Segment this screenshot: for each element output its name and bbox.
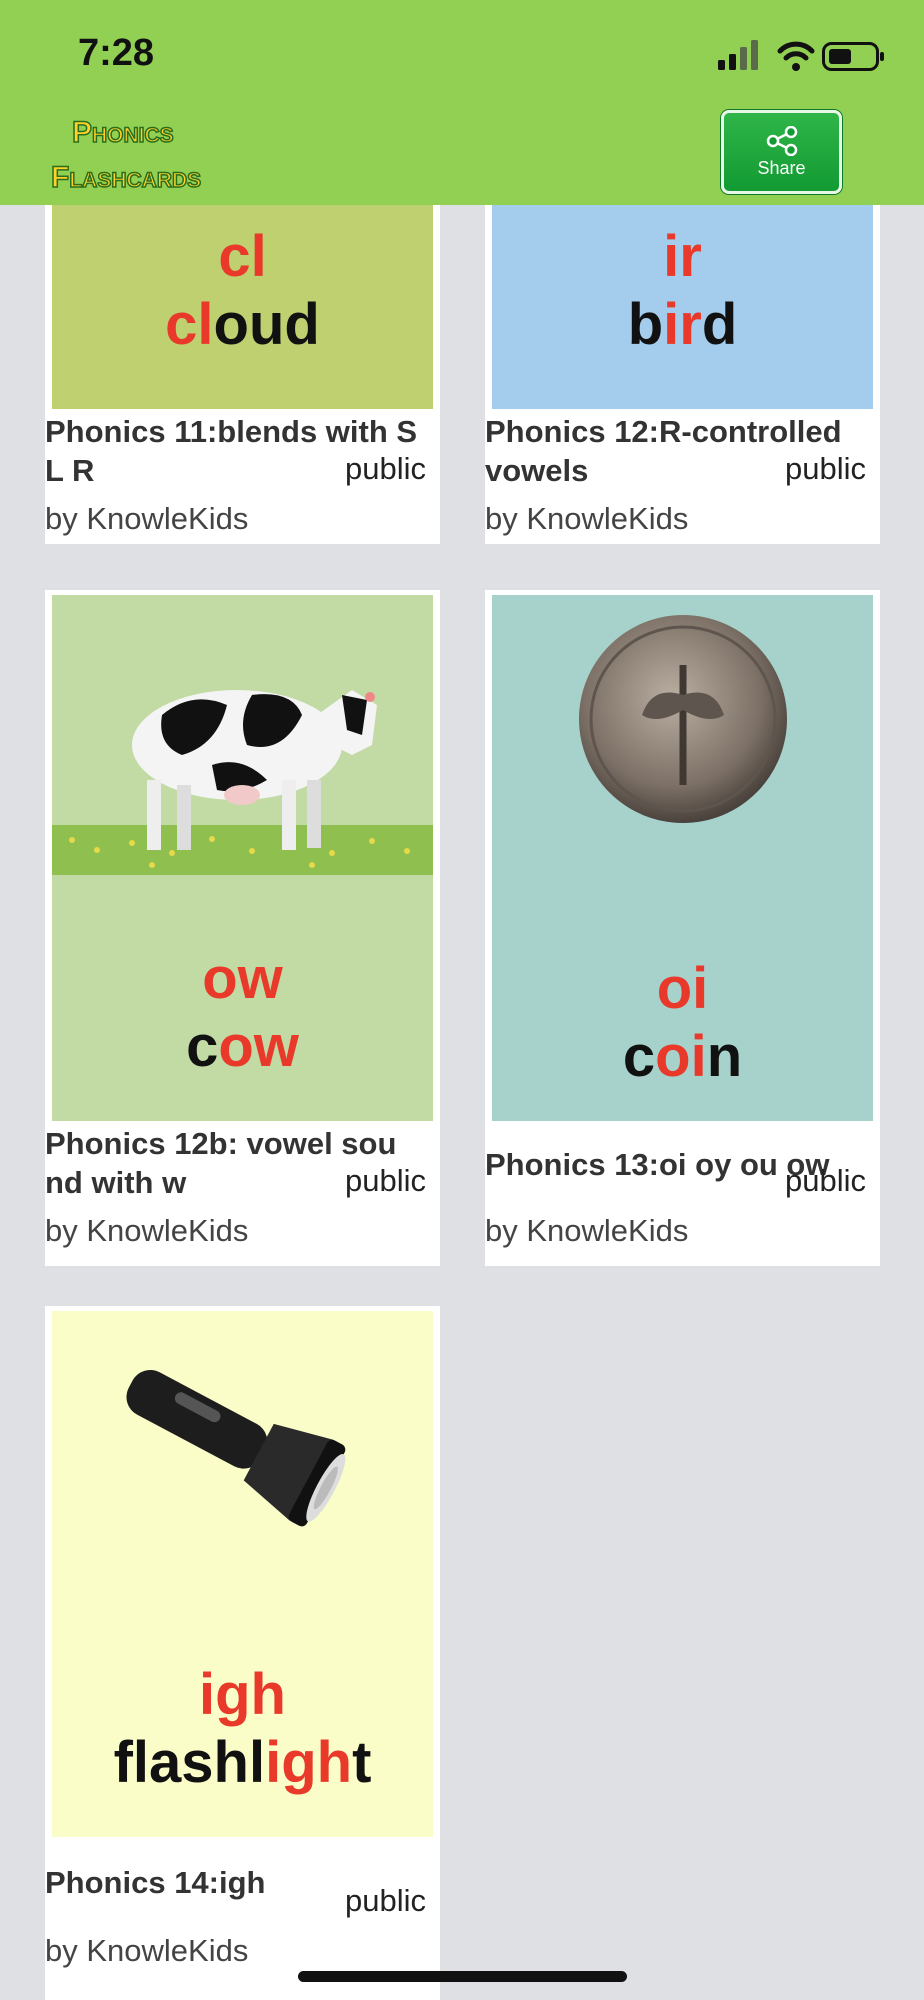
deck-card[interactable]: cl cloud Phonics 11:blends with S L R pu… (45, 205, 440, 544)
signal-icon (718, 40, 758, 70)
deck-thumbnail: ow cow (52, 595, 433, 1121)
phonics-word: cloud (165, 292, 320, 357)
phonics-symbol: cl (218, 224, 267, 289)
phonics-symbol: ow (202, 946, 283, 1011)
visibility-label: public (345, 451, 426, 486)
phonics-word: bird (627, 292, 738, 357)
flashlight-image (126, 1369, 346, 1527)
deck-card[interactable]: ir bird Phonics 12:R-controlled vowels p… (485, 205, 880, 544)
deck-author: by KnowleKids (485, 501, 689, 536)
logo-line2: Flashcards (51, 161, 201, 194)
status-time: 7:28 (78, 32, 155, 74)
share-button[interactable]: Share (721, 110, 842, 194)
deck-thumbnail: igh flashlight (52, 1311, 433, 1837)
logo-line1: Phonics (72, 116, 174, 149)
deck-thumbnail: oi coin (492, 595, 873, 1121)
app-logo: Phonics Flashcards (50, 115, 202, 195)
visibility-label: public (345, 1883, 426, 1918)
phonics-word: flashlight (113, 1730, 372, 1795)
coin-image (579, 615, 787, 823)
battery-icon (822, 42, 884, 71)
share-icon (766, 125, 797, 156)
visibility-label: public (785, 1163, 866, 1198)
visibility-label: public (345, 1163, 426, 1198)
visibility-label: public (785, 451, 866, 486)
deck-card[interactable]: igh flashlight Phonics 14:igh public by … (45, 1306, 440, 2000)
status-icons (718, 40, 884, 71)
deck-card[interactable]: ow cow Phonics 12b: vowel sou nd with w … (45, 590, 440, 1266)
phonics-symbol: oi (656, 956, 709, 1021)
deck-thumbnail: ir bird (492, 205, 873, 409)
phonics-symbol: igh (199, 1662, 286, 1727)
app-header: Phonics Flashcards Share (0, 108, 924, 205)
cow-image (52, 595, 433, 895)
deck-author: by KnowleKids (45, 501, 249, 536)
deck-author: by KnowleKids (45, 1933, 249, 1968)
wifi-icon (777, 41, 815, 71)
phonics-word: cow (186, 1014, 299, 1079)
deck-grid[interactable]: cl cloud Phonics 11:blends with S L R pu… (0, 205, 924, 2000)
status-bar: 7:28 (0, 0, 924, 108)
deck-author: by KnowleKids (485, 1213, 689, 1248)
deck-author: by KnowleKids (45, 1213, 249, 1248)
deck-card[interactable]: oi coin Phonics 13:oi oy ou ow public by… (485, 590, 880, 1266)
deck-thumbnail: cl cloud (52, 205, 433, 409)
phonics-symbol: ir (663, 224, 702, 289)
share-label: Share (757, 157, 806, 178)
phonics-word: coin (622, 1024, 743, 1089)
home-indicator (298, 1971, 627, 1982)
